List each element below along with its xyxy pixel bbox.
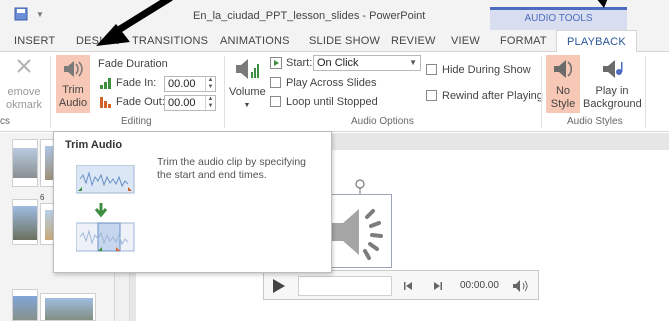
tooltip-title: Trim Audio (65, 139, 123, 151)
play-in-background-label-1: Play in (595, 85, 629, 97)
checkbox-box[interactable] (426, 64, 437, 75)
play-in-background-button[interactable]: Play in Background (583, 55, 642, 111)
fade-out-icon (100, 97, 111, 108)
audio-progress-track[interactable] (298, 276, 392, 296)
checkbox-box[interactable] (270, 77, 281, 88)
tab-format[interactable]: FORMAT (500, 35, 547, 47)
tab-view[interactable]: VIEW (451, 35, 480, 47)
slide-number: 6 (40, 193, 45, 202)
trim-audio-label-2: Audio (58, 97, 88, 109)
group-separator (541, 56, 542, 128)
fade-in-value: 00.00 (168, 78, 196, 90)
mute-volume-icon[interactable] (512, 279, 528, 293)
start-label: Start: (286, 57, 313, 69)
start-combo[interactable]: On Click ▼ (313, 55, 421, 71)
no-style-icon (554, 60, 573, 78)
play-icon[interactable] (272, 278, 286, 294)
play-across-slides-label: Play Across Slides (286, 77, 377, 89)
window-title: En_la_ciudad_PPT_lesson_slides - PowerPo… (193, 10, 426, 22)
trim-audio-label-1: Trim (62, 84, 84, 96)
trim-audio-button[interactable]: Trim Audio (56, 55, 90, 113)
tab-review[interactable]: REVIEW (391, 35, 436, 47)
remove-bookmark-button[interactable]: emove okmark (0, 56, 48, 112)
play-in-background-icon (603, 60, 623, 78)
checkbox-box[interactable] (270, 96, 281, 107)
fade-out-spin-arrows-icon[interactable]: ▲ ▼ (205, 96, 215, 110)
tooltip-description: Trim the audio clip by specifying the st… (157, 156, 307, 181)
hide-during-show-label: Hide During Show (442, 64, 531, 76)
volume-icon (236, 59, 259, 79)
move-forward-icon[interactable] (432, 281, 442, 291)
volume-label: Volume (229, 86, 266, 98)
bookmarks-group-label: cs (0, 116, 10, 127)
tab-animations[interactable]: ANIMATIONS (220, 35, 290, 47)
audio-styles-group-label: Audio Styles (567, 116, 623, 127)
tab-transitions[interactable]: TRANSITIONS (132, 35, 208, 47)
group-separator (224, 56, 225, 128)
start-dropdown-icon[interactable]: ▼ (409, 56, 417, 70)
save-icon[interactable] (14, 7, 28, 21)
trim-audio-icon (64, 61, 83, 77)
remove-bookmark-label-1: emove (7, 86, 41, 98)
volume-button[interactable]: Volume ▼ (229, 56, 266, 112)
fade-in-spinner[interactable]: 00.00 ▲ ▼ (164, 76, 216, 92)
slide-thumbnail[interactable] (40, 293, 96, 321)
rotate-handle-icon[interactable] (354, 178, 366, 194)
tab-playback[interactable]: PLAYBACK (556, 30, 637, 53)
audio-player-bar: 00:00.00 (263, 270, 539, 300)
fade-out-value: 00.00 (168, 97, 196, 109)
tab-design[interactable]: DESIGN (76, 35, 119, 47)
fade-in-label: Fade In: (116, 77, 157, 89)
thumbnail-photo (13, 296, 37, 320)
group-separator (645, 56, 646, 128)
tab-slide-show[interactable]: SLIDE SHOW (309, 35, 380, 47)
trim-audio-illustration-icon (76, 165, 135, 252)
loop-until-stopped-label: Loop until Stopped (286, 96, 378, 108)
slide-thumbnail[interactable] (12, 139, 38, 187)
thumbnail-photo (45, 298, 93, 320)
no-style-button[interactable]: No Style (546, 55, 580, 113)
audio-tools-context-band: AUDIO TOOLS (490, 7, 627, 30)
fade-out-spinner[interactable]: 00.00 ▲ ▼ (164, 95, 216, 111)
checkbox-box[interactable] (426, 90, 437, 101)
rewind-after-playing-checkbox[interactable]: Rewind after Playing (426, 90, 543, 102)
audio-options-group-label: Audio Options (351, 116, 414, 127)
play-across-slides-checkbox[interactable]: Play Across Slides (270, 77, 376, 89)
trim-audio-tooltip: Trim Audio Trim the audio clip by specif… (53, 131, 332, 273)
start-value: On Click (317, 57, 359, 69)
hide-during-show-checkbox[interactable]: Hide During Show (426, 64, 531, 76)
play-in-background-label-2: Background (583, 98, 642, 110)
ribbon: emove okmark cs Trim Audio Fade Duration… (0, 52, 669, 132)
ribbon-tabs: INSERT DESIGN TRANSITIONS ANIMATIONS SLI… (0, 30, 669, 53)
tab-insert[interactable]: INSERT (14, 35, 55, 47)
start-icon (270, 57, 282, 69)
fade-out-label: Fade Out: (116, 96, 165, 108)
fade-in-spin-arrows-icon[interactable]: ▲ ▼ (205, 77, 215, 91)
group-separator (50, 56, 51, 128)
title-bar: ▼ En_la_ciudad_PPT_lesson_slides - Power… (0, 0, 669, 30)
quick-access-dropdown-icon[interactable]: ▼ (36, 10, 44, 19)
fade-duration-heading: Fade Duration (98, 58, 168, 70)
thumbnail-photo (13, 206, 37, 240)
remove-bookmark-label-2: okmark (5, 99, 43, 111)
slide-thumbnail[interactable] (12, 289, 38, 321)
loop-until-stopped-checkbox[interactable]: Loop until Stopped (270, 96, 378, 108)
rewind-after-playing-label: Rewind after Playing (442, 90, 543, 102)
audio-time-readout: 00:00.00 (460, 280, 499, 291)
no-style-label-1: No (555, 85, 571, 97)
slide-thumbnail[interactable] (12, 199, 38, 245)
no-style-label-2: Style (550, 98, 576, 110)
thumbnail-photo (13, 148, 37, 178)
fade-in-icon (100, 78, 111, 89)
move-back-icon[interactable] (404, 281, 414, 291)
volume-dropdown-icon[interactable]: ▼ (229, 99, 265, 112)
editing-group-label: Editing (121, 116, 152, 127)
context-group-label: AUDIO TOOLS (524, 13, 593, 24)
remove-bookmark-icon (17, 59, 31, 73)
